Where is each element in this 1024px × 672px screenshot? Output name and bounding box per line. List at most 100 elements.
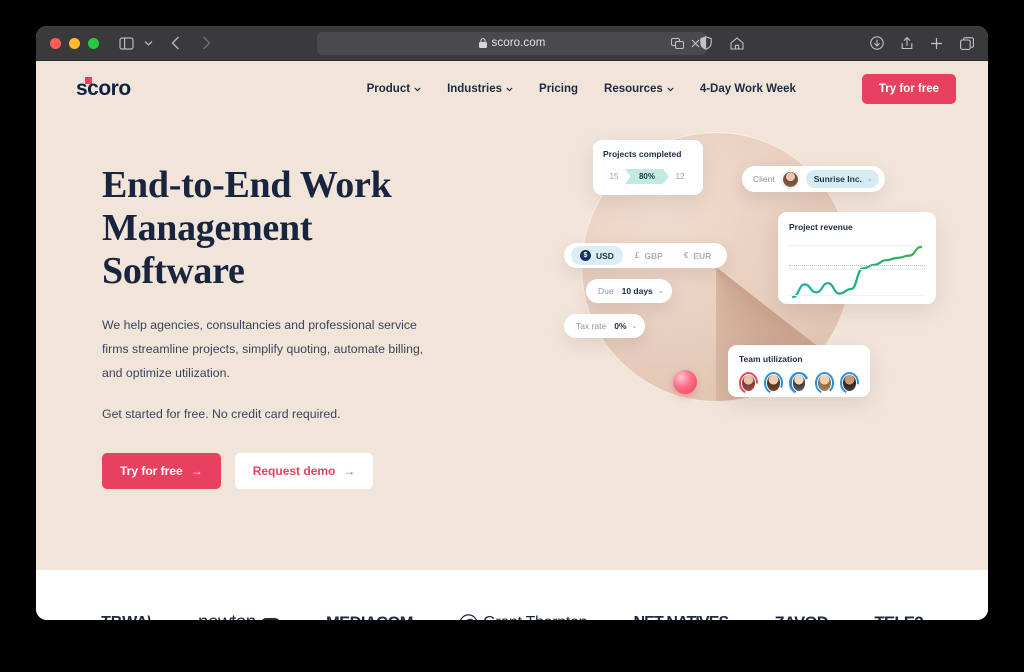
browser-window: scoro.com scoro Product Industries Prici… <box>36 26 988 620</box>
chevron-down-icon <box>414 87 421 91</box>
share-icon[interactable] <box>901 36 913 50</box>
client-value: Sunrise Inc. <box>813 174 862 184</box>
client-value-chip[interactable]: Sunrise Inc. ⌄ <box>805 170 879 188</box>
scoro-logo[interactable]: scoro <box>76 77 131 101</box>
avatar <box>766 374 782 392</box>
nav-item-industries[interactable]: Industries <box>447 83 513 95</box>
client-logo-text: newton <box>198 612 256 620</box>
translate-icon[interactable] <box>671 37 684 49</box>
client-logo: ZAVOD <box>775 614 829 621</box>
logo-accent-square <box>85 77 92 84</box>
projects-percent-badge: 80% <box>625 169 669 184</box>
chevron-down-icon: ⌄ <box>657 288 664 295</box>
team-member-avatar[interactable] <box>839 372 860 394</box>
team-member-avatar[interactable] <box>764 372 784 394</box>
currency-code: EUR <box>693 250 712 261</box>
tax-rate-selector[interactable]: Tax rate 0% ⌄ <box>564 314 646 338</box>
pound-icon: £ <box>634 251 640 260</box>
window-controls <box>36 37 99 49</box>
chart-gridline <box>789 245 925 246</box>
hero-try-for-free-button[interactable]: Try for free → <box>102 453 221 490</box>
grant-thornton-mark <box>460 613 478 620</box>
team-utilization-card: Team utilization <box>728 345 870 397</box>
team-member-avatar[interactable] <box>789 372 809 394</box>
client-label: Client <box>753 174 775 184</box>
address-bar[interactable]: scoro.com <box>317 31 707 55</box>
hero-illustration: Projects completed 15 80% 12 Client Sunr… <box>506 117 988 570</box>
lock-icon <box>478 38 487 48</box>
minimize-window-button[interactable] <box>69 37 80 49</box>
chevron-down-icon: ⌄ <box>631 323 638 330</box>
forward-arrow-icon[interactable] <box>202 36 211 50</box>
chart-gridline <box>789 295 925 296</box>
hero-paragraph: We help agencies, consultancies and prof… <box>102 317 424 380</box>
client-logo: NET NATIVES <box>634 614 730 620</box>
arrow-right-icon: → <box>343 464 356 479</box>
team-member-avatar[interactable] <box>739 372 759 394</box>
chevron-down-icon: ⌄ <box>866 176 873 183</box>
hero-section: End-to-End Work Management Software We h… <box>36 117 988 570</box>
decorative-sphere <box>673 370 697 394</box>
team-avatar-list <box>739 372 860 394</box>
projects-right-value: 12 <box>675 172 685 181</box>
nav-label: Industries <box>447 83 503 95</box>
hero-button-group: Try for free → Request demo → <box>102 453 506 490</box>
currency-code: USD <box>596 250 614 261</box>
page-title: End-to-End Work Management Software <box>102 164 392 292</box>
currency-option-gbp[interactable]: £ GBP <box>626 247 672 265</box>
home-icon[interactable] <box>730 36 744 50</box>
sidebar-toggle-icon[interactable] <box>119 36 134 50</box>
nav-item-product[interactable]: Product <box>367 83 421 95</box>
site-header: scoro Product Industries Pricing Resourc… <box>36 61 988 117</box>
nav-label: Product <box>366 83 411 95</box>
header-try-for-free-button[interactable]: Try for free <box>861 74 956 104</box>
chart-title: Project revenue <box>789 222 853 232</box>
client-logo-strip: TBWA\ newton MEDIACOM Grant Thornton NET NAT… <box>36 570 988 620</box>
nav-item-pricing[interactable]: Pricing <box>539 83 578 95</box>
client-logo: Grant Thornton <box>459 613 588 620</box>
client-logo-text: Grant Thornton <box>483 614 587 620</box>
back-arrow-icon[interactable] <box>171 36 180 50</box>
due-label: Due <box>598 286 614 296</box>
newton-mark <box>260 618 280 620</box>
webpage: scoro Product Industries Pricing Resourc… <box>36 61 988 620</box>
nav-label: 4-Day Work Week <box>699 83 796 95</box>
arrow-right-icon: → <box>190 464 203 479</box>
button-label: Request demo <box>252 464 336 479</box>
download-icon[interactable] <box>870 36 884 50</box>
chart-series-path <box>791 245 923 299</box>
nav-item-four-day-work-week[interactable]: 4-Day Work Week <box>700 83 796 95</box>
chevron-down-icon[interactable] <box>144 40 153 46</box>
avatar <box>791 374 807 392</box>
due-value: 10 days <box>621 286 653 296</box>
nav-item-resources[interactable]: Resources <box>604 83 674 95</box>
tabs-overview-icon[interactable] <box>960 36 974 50</box>
currency-option-usd[interactable]: $ USD <box>571 246 623 265</box>
tax-rate-value: 0% <box>614 321 627 331</box>
button-label: Try for free <box>120 464 183 479</box>
chart-gridline <box>789 269 925 270</box>
chevron-down-icon <box>506 87 513 91</box>
client-logo: TBWA\ <box>101 614 152 620</box>
euro-icon: € <box>683 251 689 260</box>
reader-mode-icon[interactable] <box>700 36 712 50</box>
projects-left-value: 15 <box>609 172 619 181</box>
plus-icon[interactable] <box>930 37 943 50</box>
tax-rate-value-group[interactable]: 0% ⌄ <box>614 321 640 331</box>
close-icon[interactable] <box>691 39 700 48</box>
currency-option-eur[interactable]: € EUR <box>675 247 720 265</box>
hero-request-demo-button[interactable]: Request demo → <box>234 453 374 490</box>
team-member-avatar[interactable] <box>814 372 834 394</box>
avatar <box>816 374 832 392</box>
maximize-window-button[interactable] <box>88 37 99 49</box>
client-selector[interactable]: Client Sunrise Inc. ⌄ <box>742 166 885 192</box>
close-window-button[interactable] <box>50 37 61 49</box>
client-avatar <box>781 170 799 188</box>
client-logo: TELE2 <box>874 613 923 620</box>
due-value-group[interactable]: 10 days ⌄ <box>622 286 667 296</box>
browser-toolbar: scoro.com <box>36 26 988 61</box>
due-selector[interactable]: Due 10 days ⌄ <box>586 279 672 303</box>
chevron-down-icon <box>667 87 674 91</box>
dollar-icon: $ <box>580 250 591 261</box>
currency-code: GBP <box>644 250 663 261</box>
